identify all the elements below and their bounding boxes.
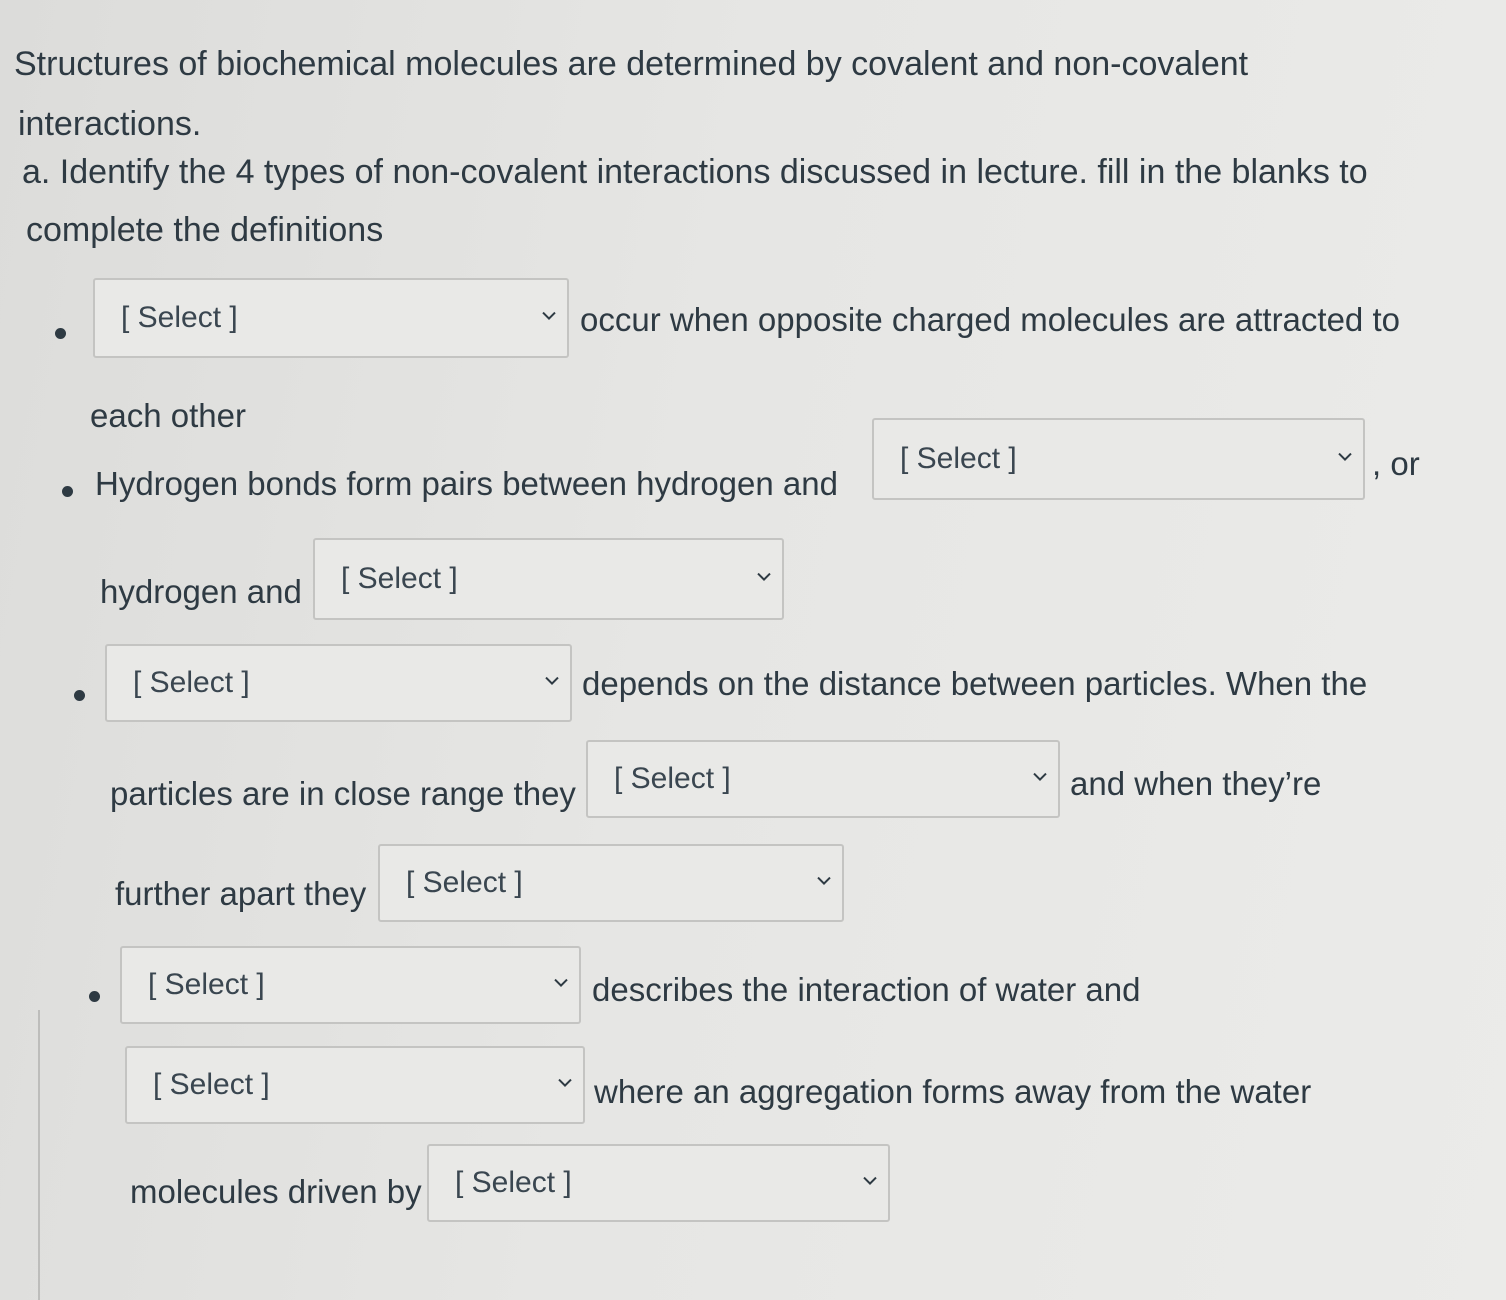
chevron-down-icon: [544, 675, 560, 687]
item-3-text-before-dropdown-2: particles are in close range they: [110, 775, 576, 812]
bullet-dot-2: [62, 486, 73, 497]
item-2-dropdown-2[interactable]: [ Select ]: [313, 538, 784, 620]
dropdown-placeholder: [ Select ]: [900, 442, 1017, 475]
item-3-dropdown-2[interactable]: [ Select ]: [586, 740, 1060, 818]
chevron-down-icon: [541, 310, 557, 322]
part-a-prompt-line-1: a. Identify the 4 types of non-covalent …: [22, 153, 1368, 191]
item-2-text-before-dropdown: Hydrogen bonds form pairs between hydrog…: [95, 465, 838, 502]
item-3-text-after-dropdown-2: and when they’re: [1070, 765, 1322, 802]
item-1-dropdown-1[interactable]: [ Select ]: [93, 278, 569, 358]
item-3-text-before-dropdown-3: further apart they: [115, 875, 367, 912]
item-4-text-after-dropdown: describes the interaction of water and: [592, 971, 1141, 1008]
question-stem-line-2: interactions.: [18, 105, 202, 143]
chevron-down-icon: [557, 1077, 573, 1089]
content-border: [38, 1010, 40, 1300]
bullet-dot-4: [89, 991, 100, 1002]
item-1-text-after-dropdown: occur when opposite charged molecules ar…: [580, 301, 1400, 338]
item-3-text-after-dropdown: depends on the distance between particle…: [582, 665, 1368, 702]
item-4-dropdown-3[interactable]: [ Select ]: [427, 1144, 890, 1222]
quiz-question-page: Structures of biochemical molecules are …: [0, 0, 1506, 1300]
chevron-down-icon: [1032, 771, 1048, 783]
item-4-dropdown-1[interactable]: [ Select ]: [120, 946, 581, 1024]
item-2-text-after-dropdown: , or: [1372, 445, 1420, 482]
question-stem-line-1: Structures of biochemical molecules are …: [14, 45, 1249, 83]
bullet-dot-3: [74, 690, 85, 701]
item-2-dropdown-1[interactable]: [ Select ]: [872, 418, 1365, 500]
dropdown-placeholder: [ Select ]: [121, 301, 238, 334]
chevron-down-icon: [756, 571, 772, 583]
dropdown-placeholder: [ Select ]: [406, 866, 523, 899]
dropdown-placeholder: [ Select ]: [614, 762, 731, 795]
dropdown-placeholder: [ Select ]: [133, 666, 250, 699]
dropdown-placeholder: [ Select ]: [341, 562, 458, 595]
item-4-dropdown-2[interactable]: [ Select ]: [125, 1046, 585, 1124]
item-4-text-before-dropdown-3: molecules driven by: [130, 1173, 422, 1210]
bullet-dot-1: [55, 328, 66, 339]
dropdown-placeholder: [ Select ]: [148, 968, 265, 1001]
item-3-dropdown-1[interactable]: [ Select ]: [105, 644, 572, 722]
item-3-dropdown-3[interactable]: [ Select ]: [378, 844, 844, 922]
part-a-prompt-line-2: complete the definitions: [26, 211, 384, 249]
dropdown-placeholder: [ Select ]: [455, 1166, 572, 1199]
item-1-text-continuation: each other: [90, 397, 246, 434]
item-2-text-before-dropdown-2: hydrogen and: [100, 573, 302, 610]
item-4-text-after-dropdown-2: where an aggregation forms away from the…: [594, 1073, 1312, 1110]
chevron-down-icon: [553, 977, 569, 989]
dropdown-placeholder: [ Select ]: [153, 1068, 270, 1101]
chevron-down-icon: [862, 1175, 878, 1187]
chevron-down-icon: [816, 875, 832, 887]
chevron-down-icon: [1337, 451, 1353, 463]
